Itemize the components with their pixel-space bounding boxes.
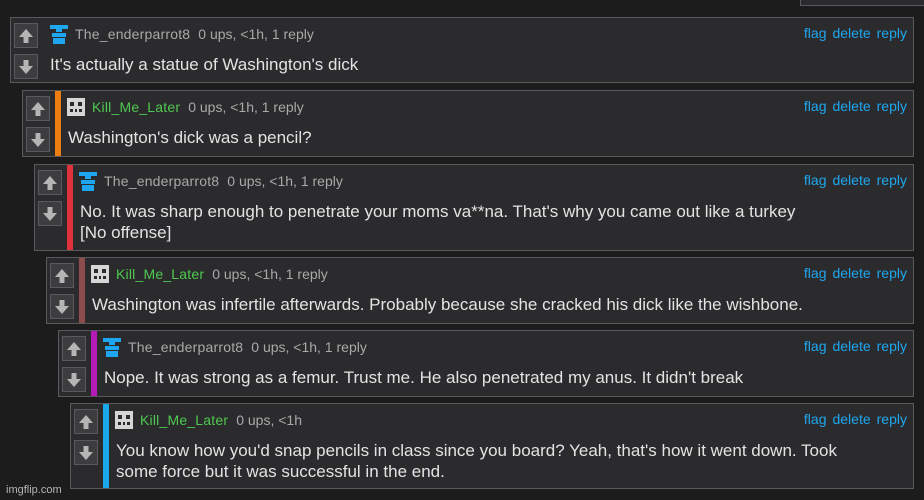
arrow-up-icon (78, 414, 94, 430)
arrow-down-icon (66, 372, 82, 388)
upvote-button[interactable] (62, 336, 86, 361)
arrow-down-icon (54, 299, 70, 315)
downvote-button[interactable] (14, 54, 38, 79)
enderparrot-avatar-icon[interactable] (101, 336, 123, 358)
thread-depth-bar (79, 258, 85, 323)
reply-link[interactable]: reply (877, 25, 907, 41)
username-link[interactable]: The_enderparrot8 (128, 339, 243, 355)
downvote-button[interactable] (38, 201, 62, 226)
flag-link[interactable]: flag (804, 338, 827, 354)
comment-actions: flag delete reply (804, 265, 907, 281)
comment-text: Nope. It was strong as a femur. Trust me… (104, 368, 744, 387)
comment-meta: 0 ups, <1h, 1 reply (227, 173, 343, 189)
delete-link[interactable]: delete (832, 338, 870, 354)
comment-meta: 0 ups, <1h (236, 412, 302, 428)
comment-actions: flag delete reply (804, 172, 907, 188)
arrow-up-icon (66, 341, 82, 357)
flag-link[interactable]: flag (804, 411, 827, 427)
reply-link[interactable]: reply (877, 338, 907, 354)
upvote-button[interactable] (14, 23, 38, 48)
comment-actions: flag delete reply (804, 98, 907, 114)
robot-avatar-icon[interactable] (89, 263, 111, 285)
comment-header: Kill_Me_Later 0 ups, <1h, 1 reply (89, 264, 328, 284)
enderparrot-avatar-icon[interactable] (77, 170, 99, 192)
flag-link[interactable]: flag (804, 172, 827, 188)
comment-header: The_enderparrot8 0 ups, <1h, 1 reply (48, 24, 314, 44)
comment-text: Washington's dick was a pencil? (68, 128, 312, 147)
comment-text: Washington was infertile afterwards. Pro… (92, 295, 803, 314)
reply-link[interactable]: reply (877, 98, 907, 114)
arrow-up-icon (42, 175, 58, 191)
comment-actions: flag delete reply (804, 411, 907, 427)
vote-controls (23, 91, 53, 156)
comment-header: Kill_Me_Later 0 ups, <1h, 1 reply (65, 97, 304, 117)
comment-text: No. It was sharp enough to penetrate you… (80, 202, 796, 242)
comment-header: Kill_Me_Later 0 ups, <1h (113, 410, 302, 430)
arrow-up-icon (18, 28, 34, 44)
flag-link[interactable]: flag (804, 25, 827, 41)
thread-depth-bar (103, 404, 109, 488)
arrow-down-icon (78, 445, 94, 461)
username-link[interactable]: Kill_Me_Later (140, 412, 228, 428)
username-link[interactable]: The_enderparrot8 (75, 26, 190, 42)
delete-link[interactable]: delete (832, 411, 870, 427)
comment-text: You know how you'd snap pencils in class… (116, 441, 837, 481)
comment-actions: flag delete reply (804, 338, 907, 354)
comment-meta: 0 ups, <1h, 1 reply (198, 26, 314, 42)
comment-text: It's actually a statue of Washington's d… (50, 55, 359, 74)
comment-meta: 0 ups, <1h, 1 reply (212, 266, 328, 282)
comment-meta: 0 ups, <1h, 1 reply (251, 339, 367, 355)
thread-depth-bar (91, 331, 97, 396)
reply-link[interactable]: reply (877, 411, 907, 427)
vote-controls (47, 258, 77, 323)
upvote-button[interactable] (50, 263, 74, 288)
delete-link[interactable]: delete (832, 172, 870, 188)
previous-comment-edge (800, 0, 924, 6)
delete-link[interactable]: delete (832, 98, 870, 114)
downvote-button[interactable] (74, 440, 98, 465)
delete-link[interactable]: delete (832, 265, 870, 281)
arrow-down-icon (30, 132, 46, 148)
comment-meta: 0 ups, <1h, 1 reply (188, 99, 304, 115)
reply-link[interactable]: reply (877, 172, 907, 188)
vote-controls (35, 165, 65, 250)
comment-header: The_enderparrot8 0 ups, <1h, 1 reply (77, 171, 343, 191)
arrow-down-icon (18, 59, 34, 75)
reply-link[interactable]: reply (877, 265, 907, 281)
robot-avatar-icon[interactable] (65, 96, 87, 118)
comment: Kill_Me_Later 0 ups, <1h, 1 reply flag d… (22, 90, 914, 157)
enderparrot-avatar-icon[interactable] (48, 23, 70, 45)
downvote-button[interactable] (62, 367, 86, 392)
username-link[interactable]: Kill_Me_Later (116, 266, 204, 282)
downvote-button[interactable] (26, 127, 50, 152)
comment: The_enderparrot8 0 ups, <1h, 1 reply fla… (10, 17, 914, 83)
flag-link[interactable]: flag (804, 98, 827, 114)
thread-depth-bar (55, 91, 61, 156)
vote-controls (59, 331, 89, 396)
comment: Kill_Me_Later 0 ups, <1h flag delete rep… (70, 403, 914, 489)
flag-link[interactable]: flag (804, 265, 827, 281)
arrow-down-icon (42, 206, 58, 222)
delete-link[interactable]: delete (832, 25, 870, 41)
robot-avatar-icon[interactable] (113, 409, 135, 431)
arrow-up-icon (30, 101, 46, 117)
downvote-button[interactable] (50, 294, 74, 319)
vote-controls (11, 18, 41, 82)
comment: Kill_Me_Later 0 ups, <1h, 1 reply flag d… (46, 257, 914, 324)
upvote-button[interactable] (26, 96, 50, 121)
username-link[interactable]: Kill_Me_Later (92, 99, 180, 115)
vote-controls (71, 404, 101, 488)
comment-header: The_enderparrot8 0 ups, <1h, 1 reply (101, 337, 367, 357)
comment: The_enderparrot8 0 ups, <1h, 1 reply fla… (58, 330, 914, 397)
thread-depth-bar (67, 165, 73, 250)
watermark: imgflip.com (6, 484, 62, 496)
upvote-button[interactable] (74, 409, 98, 434)
upvote-button[interactable] (38, 170, 62, 195)
comment-actions: flag delete reply (804, 25, 907, 41)
comment: The_enderparrot8 0 ups, <1h, 1 reply fla… (34, 164, 914, 251)
username-link[interactable]: The_enderparrot8 (104, 173, 219, 189)
arrow-up-icon (54, 268, 70, 284)
